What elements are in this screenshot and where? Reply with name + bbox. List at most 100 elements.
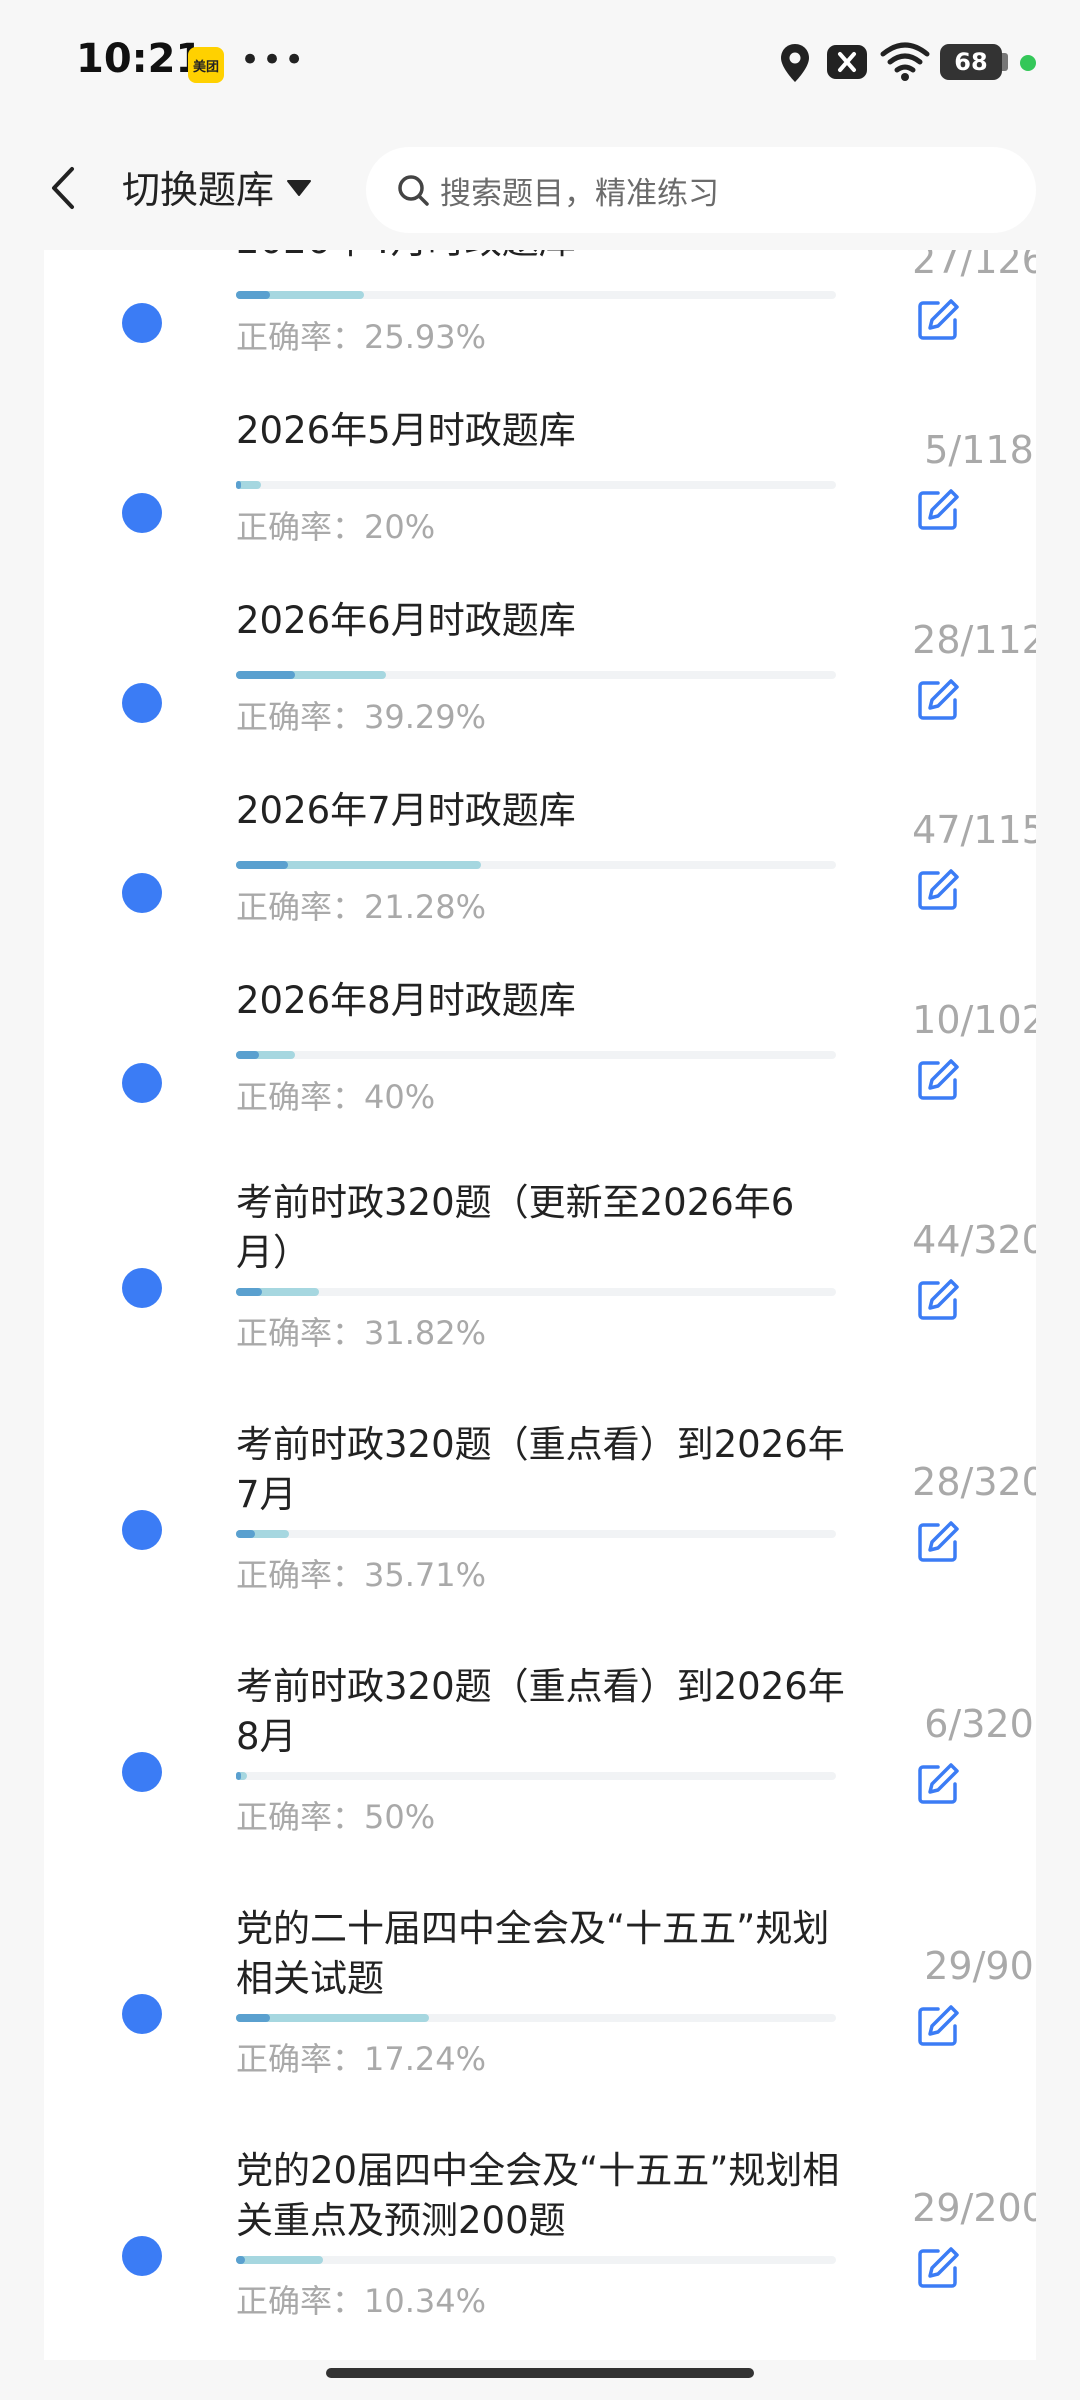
progress-track: [236, 1051, 836, 1059]
bank-name: 考前时政320题（重点看）到2026年7月: [236, 1423, 845, 1516]
accuracy-text: 正确率：20%: [236, 502, 435, 548]
accuracy-value: 20%: [364, 508, 436, 546]
accuracy-label: 正确率：: [236, 888, 365, 926]
accuracy-label: 正确率：: [236, 1798, 365, 1836]
accuracy-value: 31.82%: [364, 1314, 487, 1352]
back-arrow-icon[interactable]: [44, 165, 84, 211]
bank-name: 2026年8月时政题库: [236, 979, 576, 1022]
correct-progress-fill: [236, 1288, 263, 1296]
bullet-dot: [122, 1268, 162, 1308]
bullet-dot: [122, 683, 162, 723]
switch-bank-title[interactable]: 切换题库: [122, 159, 274, 214]
top-bar: 切换题库 搜索题目，精准练习: [0, 125, 1080, 250]
bank-name: 2026年6月时政题库: [236, 599, 576, 642]
accuracy-text: 正确率：40%: [236, 1072, 435, 1118]
edit-practice-icon[interactable]: [914, 2244, 962, 2292]
question-bank-item[interactable]: 党的20届四中全会及“十五五”规划相关重点及预测200题 正确率：10.34% 29…: [44, 2146, 1036, 2360]
accuracy-text: 正确率：31.82%: [236, 1308, 486, 1354]
accuracy-label: 正确率：: [236, 1078, 365, 1116]
answered-count: 44/320: [912, 1218, 1036, 1262]
status-time: 10:21: [76, 36, 204, 82]
question-bank-item[interactable]: 2026年5月时政题库 正确率：20% 5/118: [44, 409, 1036, 608]
progress-track: [236, 2256, 836, 2264]
correct-progress-fill: [236, 1051, 260, 1059]
accuracy-label: 正确率：: [236, 698, 365, 736]
bullet-dot: [122, 1510, 162, 1550]
accuracy-value: 25.93%: [364, 318, 487, 356]
correct-progress-fill: [236, 2256, 245, 2264]
answered-count: 6/320: [924, 1702, 1034, 1746]
caret-down-icon[interactable]: [286, 177, 312, 199]
correct-progress-fill: [236, 1530, 255, 1538]
bullet-dot: [122, 303, 162, 343]
progress-track: [236, 1288, 836, 1296]
correct-progress-fill: [236, 861, 289, 869]
edit-practice-icon[interactable]: [914, 1760, 962, 1808]
accuracy-value: 40%: [364, 1078, 436, 1116]
edit-practice-icon[interactable]: [914, 676, 962, 724]
bullet-dot: [122, 1752, 162, 1792]
bank-name: 党的二十届四中全会及“十五五”规划相关试题: [236, 1907, 830, 2000]
edit-practice-icon[interactable]: [914, 1276, 962, 1324]
wifi-icon: [880, 42, 930, 81]
answered-count: 47/115: [912, 808, 1036, 852]
accuracy-label: 正确率：: [236, 2040, 365, 2078]
progress-track: [236, 861, 836, 869]
accuracy-label: 正确率：: [236, 318, 365, 356]
search-placeholder: 搜索题目，精准练习: [440, 175, 719, 212]
question-bank-item[interactable]: 考前时政320题（重点看）到2026年8月正确率：50% 6/320: [44, 1662, 1036, 1904]
home-indicator[interactable]: [326, 2368, 754, 2378]
more-notifications-icon: •••: [240, 40, 307, 80]
location-icon: [781, 44, 809, 82]
accuracy-text: 正确率：39.29%: [236, 692, 486, 738]
question-bank-item[interactable]: 2026年8月时政题库 正确率：40% 10/102: [44, 979, 1036, 1178]
bank-name: 2026年4月时政题库: [236, 250, 846, 266]
correct-progress-fill: [236, 2014, 270, 2022]
search-icon: [398, 175, 429, 206]
edit-practice-icon[interactable]: [914, 1056, 962, 1104]
question-bank-item[interactable]: 考前时政320题（更新至2026年6月） 正确率：31.82% 44/320: [44, 1178, 1036, 1420]
bullet-dot: [122, 873, 162, 913]
bullet-dot: [122, 493, 162, 533]
edit-practice-icon[interactable]: [914, 1518, 962, 1566]
question-bank-item[interactable]: 2026年7月时政题库 正确率：21.28% 47/115: [44, 789, 1036, 988]
progress-track: [236, 291, 836, 299]
question-bank-item[interactable]: 党的二十届四中全会及“十五五”规划相关试题 正确率：17.24% 29/90: [44, 1904, 1036, 2146]
meituan-notification-icon: 美团: [188, 47, 224, 83]
answered-count: 5/118: [924, 428, 1034, 472]
answered-count: 28/320: [912, 1460, 1036, 1504]
correct-progress-fill: [236, 481, 241, 489]
accuracy-text: 正确率：35.71%: [236, 1550, 486, 1596]
search-bar[interactable]: 搜索题目，精准练习: [366, 147, 1036, 233]
correct-progress-fill: [236, 671, 295, 679]
edit-practice-icon[interactable]: [914, 486, 962, 534]
bank-name: 考前时政320题（更新至2026年6月）: [236, 1181, 795, 1274]
accuracy-label: 正确率：: [236, 508, 365, 546]
correct-progress-fill: [236, 291, 270, 299]
privacy-indicator-dot: [1020, 55, 1036, 71]
question-bank-item[interactable]: 2026年4月时政题库正确率：25.93% 27/126: [44, 250, 1036, 418]
progress-track: [236, 481, 836, 489]
question-bank-item[interactable]: 考前时政320题（重点看）到2026年7月正确率：35.71% 28/320: [44, 1420, 1036, 1662]
battery-tip: [1002, 53, 1008, 71]
accuracy-value: 35.71%: [364, 1556, 487, 1594]
signal-off-icon: [827, 45, 867, 79]
accuracy-value: 17.24%: [364, 2040, 487, 2078]
bullet-dot: [122, 1063, 162, 1103]
correct-progress-fill: [236, 1772, 242, 1780]
edit-practice-icon[interactable]: [914, 296, 962, 344]
progress-track: [236, 1772, 836, 1780]
edit-practice-icon[interactable]: [914, 866, 962, 914]
question-bank-item[interactable]: 2026年6月时政题库 正确率：39.29% 28/112: [44, 599, 1036, 798]
edit-practice-icon[interactable]: [914, 2002, 962, 2050]
status-bar: 10:21 美团 ••• 68: [0, 0, 1080, 125]
accuracy-text: 正确率：17.24%: [236, 2034, 486, 2080]
answered-progress-fill: [236, 2256, 323, 2264]
accuracy-text: 正确率：50%: [236, 1792, 435, 1838]
bank-name: 考前时政320题（重点看）到2026年8月: [236, 1665, 845, 1758]
accuracy-text: 正确率：21.28%: [236, 882, 486, 928]
accuracy-label: 正确率：: [236, 1556, 365, 1594]
progress-track: [236, 2014, 836, 2022]
accuracy-value: 10.34%: [364, 2282, 487, 2320]
answered-count: 10/102: [912, 998, 1036, 1042]
